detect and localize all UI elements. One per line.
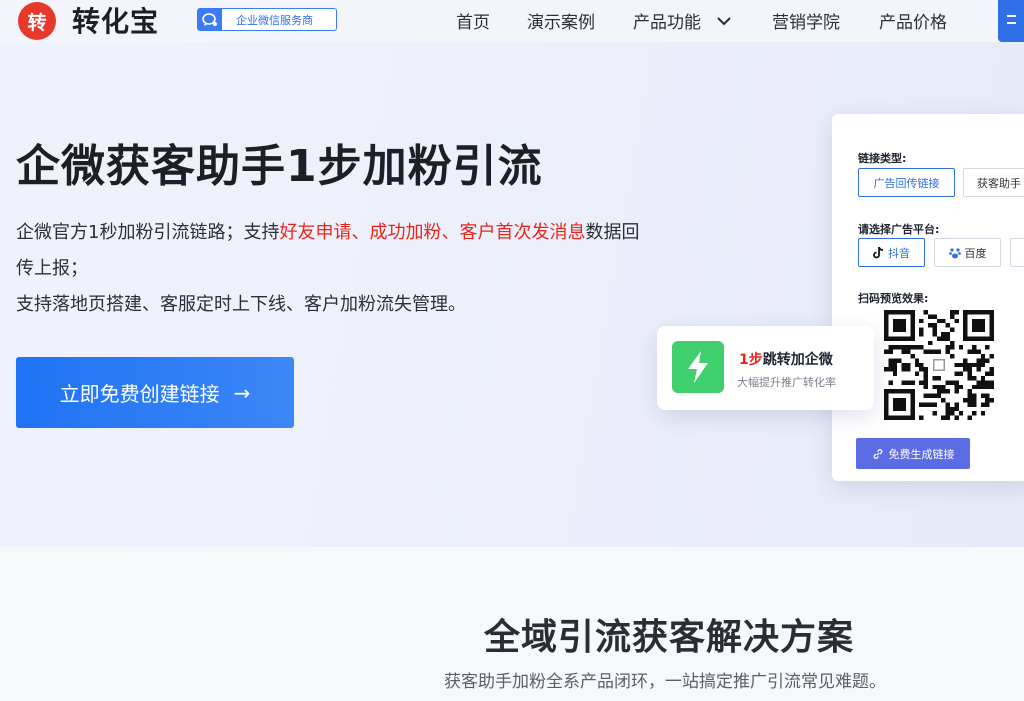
- link-type-label: 链接类型:: [858, 152, 907, 165]
- solutions-section: 全域引流获客解决方案 获客助手加粉全系产品闭环，一站搞定推广引流常见难题。: [0, 547, 1024, 701]
- hero-desc-line3: 支持落地页搭建、客服定时上下线、客户加粉流失管理。: [16, 294, 466, 315]
- generate-link-button[interactable]: 免费生成链接: [856, 438, 970, 469]
- nav-home[interactable]: 首页: [456, 8, 490, 33]
- site-header: 转 转化宝 企业微信服务商 首页 演示案例 产品功能 营销学院 产品价格: [0, 0, 1024, 42]
- section-title: 全域引流获客解决方案: [483, 617, 854, 658]
- platform-douyin[interactable]: 抖音: [858, 238, 925, 267]
- feature-card-subtitle: 大幅提升推广转化率: [737, 376, 836, 389]
- baidu-icon: [948, 247, 961, 258]
- feature-card-title: 1步跳转加企微: [739, 349, 833, 369]
- platform-baidu[interactable]: 百度: [934, 238, 1001, 267]
- feature-card-title-highlight: 1步: [739, 352, 763, 368]
- hero-desc-part1: 企微官方1秒加粉引流链路；支持: [16, 222, 280, 243]
- arrow-right-icon: →: [233, 380, 251, 405]
- header-login-button[interactable]: [998, 0, 1024, 42]
- chevron-down-icon: [717, 17, 732, 26]
- feature-card-title-rest: 跳转加企微: [762, 352, 833, 368]
- wecom-partner-badge: 企业微信服务商: [197, 8, 337, 31]
- qr-code-icon: [884, 310, 994, 420]
- platform-douyin-label: 抖音: [888, 246, 910, 260]
- one-step-feature-card: 1步跳转加企微 大幅提升推广转化率: [657, 326, 874, 410]
- nav-features-label: 产品功能: [633, 13, 701, 33]
- link-type-acquisition[interactable]: 获客助手: [963, 168, 1024, 197]
- grid-icon: [1007, 15, 1016, 24]
- hero-title: 企微获客助手1步加粉引流: [16, 141, 543, 192]
- link-icon: [873, 448, 882, 459]
- lightning-icon: [672, 341, 724, 393]
- nav-cases[interactable]: 演示案例: [527, 8, 595, 33]
- logo-icon[interactable]: 转: [18, 2, 56, 40]
- link-type-ad-callback[interactable]: 广告回传链接: [858, 168, 955, 197]
- hero-desc-highlight: 好友申请、成功加粉、客户首次发消息: [279, 222, 586, 243]
- preview-label: 扫码预览效果:: [858, 292, 929, 305]
- douyin-icon: [873, 246, 884, 258]
- logo-text[interactable]: 转化宝: [72, 0, 159, 40]
- hero-description: 企微官方1秒加粉引流链路；支持好友申请、成功加粉、客户首次发消息数据回传上报； …: [16, 215, 646, 323]
- platform-more[interactable]: [1010, 238, 1024, 267]
- create-link-label: 立即免费创建链接: [59, 382, 220, 406]
- link-builder-demo-card: 链接类型: 广告回传链接 获客助手 请选择广告平台: 抖音 百度 扫码预览效果:: [832, 114, 1024, 481]
- badge-label: 企业微信服务商: [236, 13, 313, 27]
- generate-link-label: 免费生成链接: [888, 447, 955, 461]
- section-subtitle: 获客助手加粉全系产品闭环，一站搞定推广引流常见难题。: [444, 672, 886, 692]
- nav-features[interactable]: 产品功能: [633, 8, 732, 33]
- platform-label: 请选择广告平台:: [858, 223, 940, 236]
- nav-academy[interactable]: 营销学院: [772, 8, 840, 33]
- create-link-button[interactable]: 立即免费创建链接 →: [16, 357, 294, 428]
- platform-baidu-label: 百度: [964, 246, 987, 260]
- wecom-icon: [198, 9, 222, 30]
- nav-pricing[interactable]: 产品价格: [879, 8, 947, 33]
- hero-section: 企微获客助手1步加粉引流 企微官方1秒加粉引流链路；支持好友申请、成功加粉、客户…: [0, 42, 1024, 547]
